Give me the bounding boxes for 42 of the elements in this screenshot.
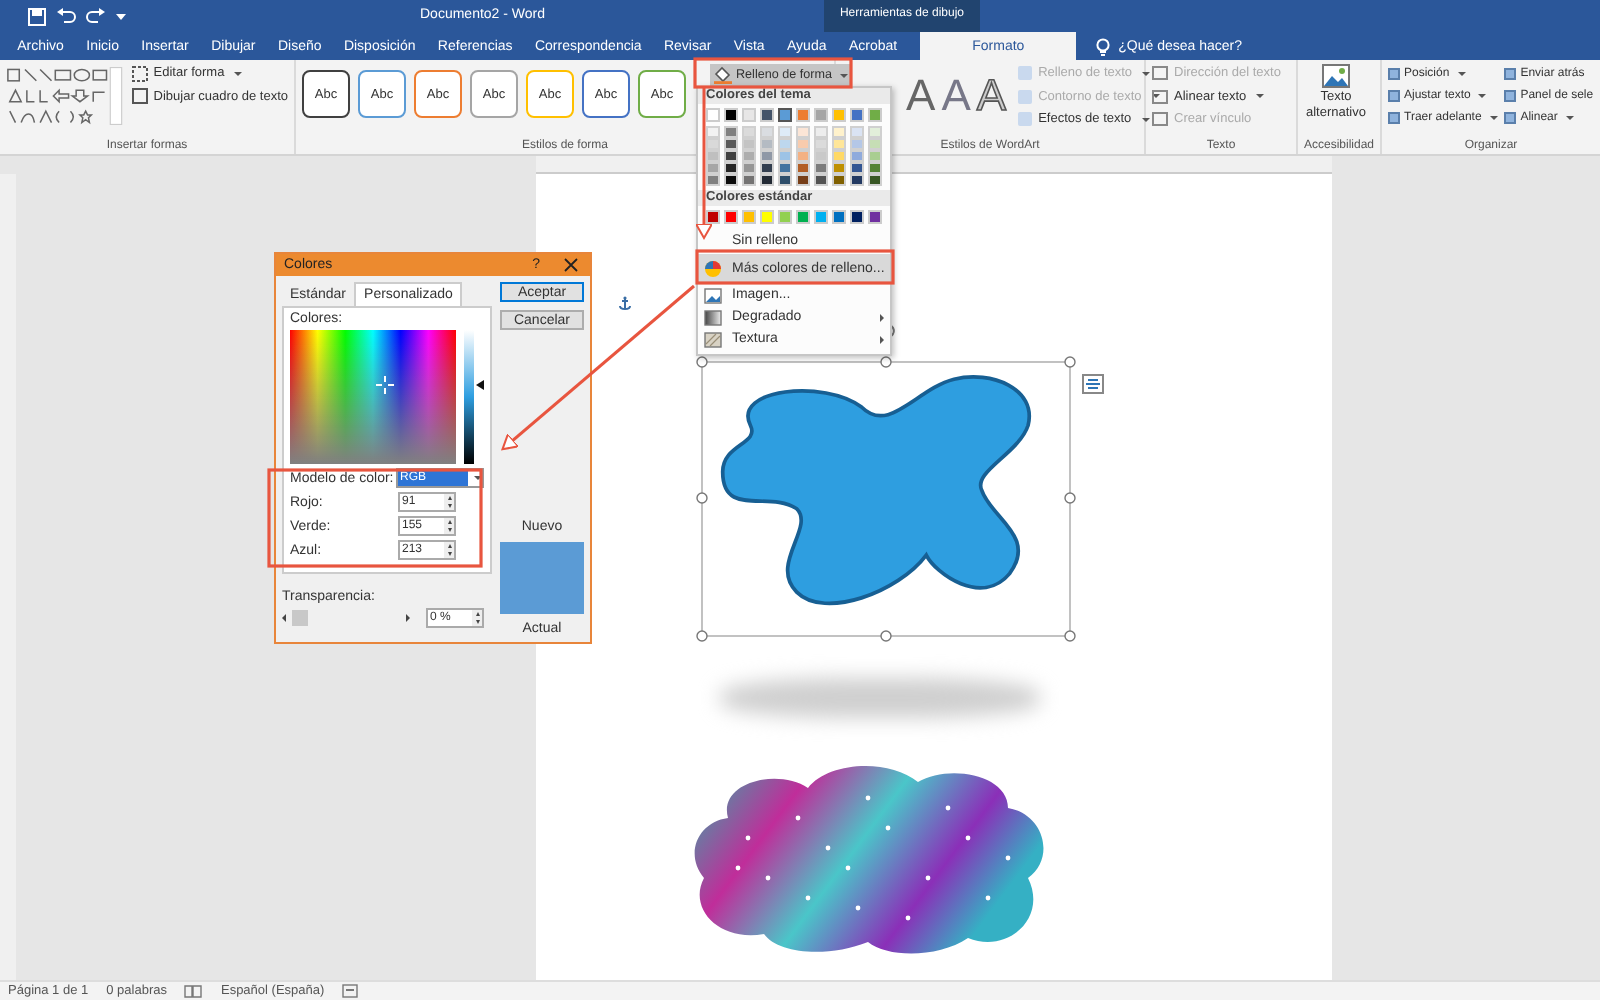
caret-icon (1151, 94, 1160, 99)
wordart-sample[interactable]: A (906, 68, 936, 124)
slider-pointer-icon[interactable] (476, 380, 485, 391)
color-spectrum-picker[interactable] (290, 330, 457, 464)
right-arrow-icon[interactable] (406, 614, 410, 622)
undo-icon[interactable] (56, 7, 76, 25)
caret-icon (234, 71, 243, 76)
color-chip[interactable] (778, 108, 792, 122)
caret-icon (1256, 94, 1265, 99)
customize-toolbar-icon[interactable] (116, 11, 126, 21)
caret-icon (1565, 115, 1574, 120)
caret-icon (1142, 71, 1151, 76)
texture-icon (704, 331, 722, 347)
picture-icon (704, 287, 722, 303)
left-arrow-icon[interactable] (282, 614, 286, 622)
color-preview-swatch (500, 542, 584, 614)
submenu-arrow-icon (880, 313, 884, 321)
lightbulb-icon (1096, 37, 1111, 55)
text-box-icon (131, 88, 148, 105)
palette-icon (704, 260, 722, 278)
crosshair-icon (376, 376, 394, 394)
slider-thumb[interactable] (292, 610, 308, 626)
accessibility-check-icon[interactable] (342, 984, 359, 998)
gradient-icon (704, 309, 722, 325)
redo-icon[interactable] (86, 7, 106, 25)
save-icon[interactable] (28, 7, 46, 25)
caret-icon (1457, 71, 1466, 76)
edit-points-icon (131, 65, 148, 82)
anchor-icon (618, 296, 632, 312)
close-icon[interactable] (564, 258, 578, 272)
caret-icon (839, 73, 848, 77)
submenu-arrow-icon (880, 335, 884, 343)
shape-gallery-drawing[interactable] (6, 64, 124, 128)
caret-icon (1141, 117, 1150, 122)
caret-icon (1489, 115, 1498, 120)
wordart-sample[interactable]: A (941, 68, 971, 124)
paint-bucket-icon (714, 66, 732, 84)
luminance-slider[interactable] (464, 330, 484, 464)
selection-frame[interactable] (696, 356, 1076, 648)
book-icon[interactable] (184, 984, 203, 998)
layout-options-icon[interactable] (1082, 374, 1104, 394)
caret-icon (1478, 93, 1487, 98)
